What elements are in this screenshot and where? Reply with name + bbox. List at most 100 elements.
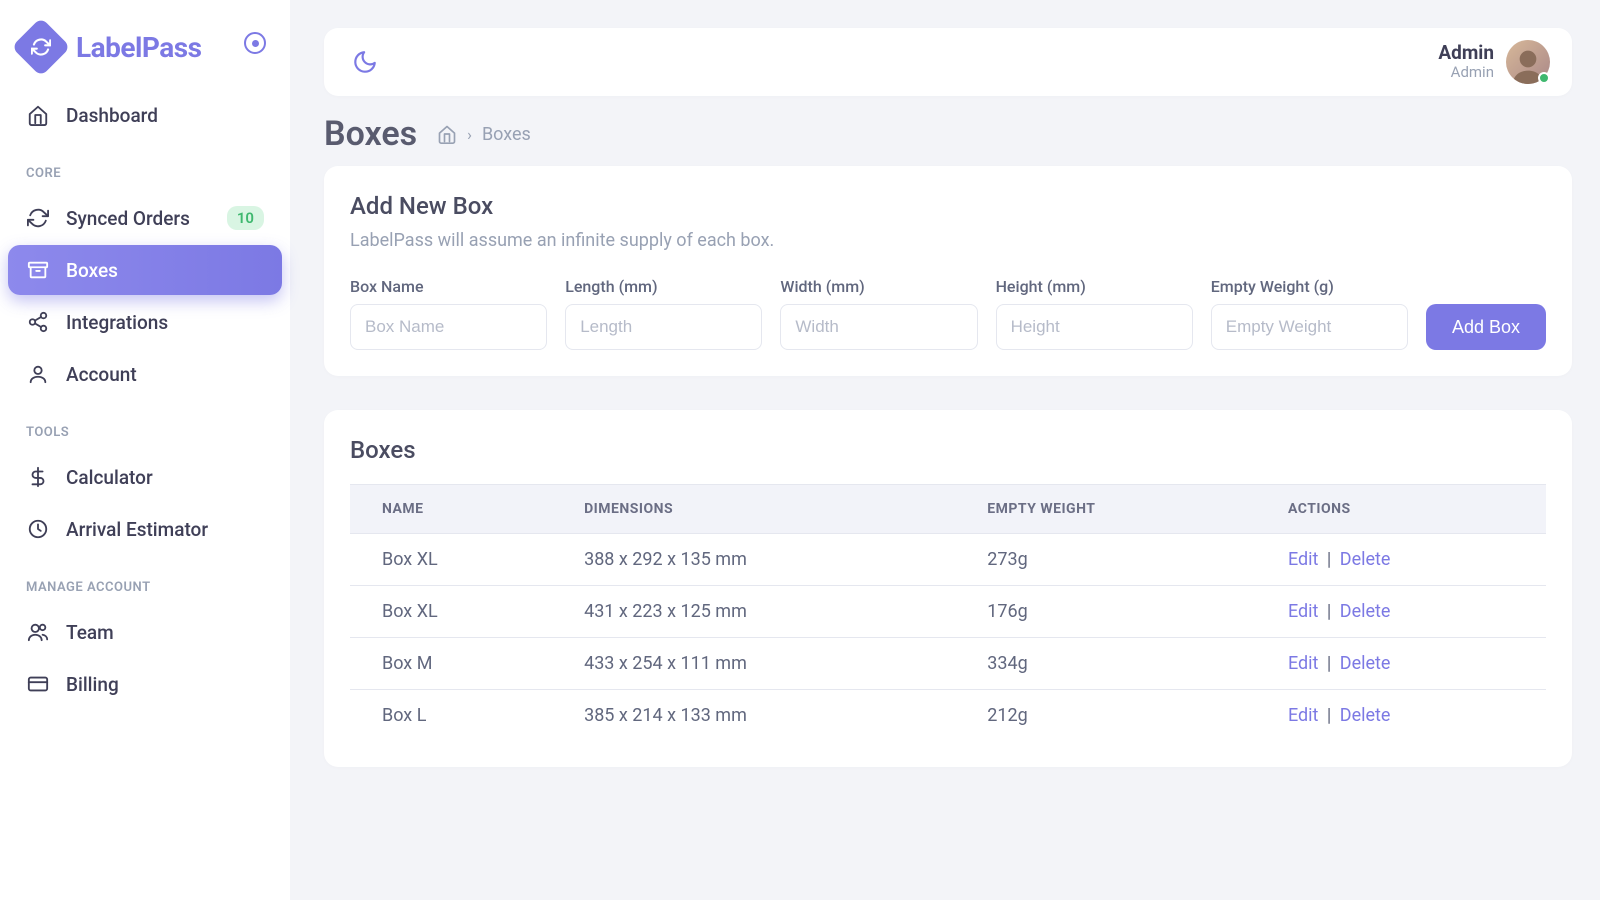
cell-actions: Edit | Delete <box>1256 638 1546 690</box>
breadcrumb-current: Boxes <box>482 124 531 145</box>
cell-actions: Edit | Delete <box>1256 534 1546 586</box>
height-label: Height (mm) <box>996 277 1193 296</box>
col-weight: EMPTY WEIGHT <box>955 485 1256 534</box>
sidebar-item-label: Billing <box>66 673 264 696</box>
delete-link[interactable]: Delete <box>1340 705 1391 726</box>
delete-link[interactable]: Delete <box>1340 653 1391 674</box>
online-status-icon <box>1538 72 1550 84</box>
sidebar-item-team[interactable]: Team <box>8 607 282 657</box>
top-bar: Admin Admin <box>324 28 1572 96</box>
width-input[interactable] <box>780 304 977 350</box>
length-input[interactable] <box>565 304 762 350</box>
collapse-sidebar-button[interactable] <box>244 32 266 54</box>
sidebar-item-label: Arrival Estimator <box>66 518 264 541</box>
height-input[interactable] <box>996 304 1193 350</box>
sidebar-item-calculator[interactable]: Calculator <box>8 452 282 502</box>
orders-count-badge: 10 <box>227 206 264 230</box>
page-title: Boxes <box>324 114 417 154</box>
action-separator: | <box>1318 705 1339 726</box>
action-separator: | <box>1318 653 1339 674</box>
breadcrumb-home-icon[interactable] <box>437 124 457 144</box>
add-box-title: Add New Box <box>350 192 1546 220</box>
brand[interactable]: LabelPass <box>8 20 282 88</box>
add-box-card: Add New Box LabelPass will assume an inf… <box>324 166 1572 376</box>
cell-dimensions: 388 x 292 x 135 mm <box>552 534 955 586</box>
edit-link[interactable]: Edit <box>1288 705 1318 726</box>
cell-name: Box L <box>350 690 552 742</box>
box-name-input[interactable] <box>350 304 547 350</box>
dollar-icon <box>26 465 50 489</box>
table-row: Box M433 x 254 x 111 mm334gEdit | Delete <box>350 638 1546 690</box>
boxes-table: NAME DIMENSIONS EMPTY WEIGHT ACTIONS Box… <box>350 484 1546 741</box>
home-icon <box>26 103 50 127</box>
sidebar-item-billing[interactable]: Billing <box>8 659 282 709</box>
col-name: NAME <box>350 485 552 534</box>
delete-link[interactable]: Delete <box>1340 601 1391 622</box>
sidebar-item-account[interactable]: Account <box>8 349 282 399</box>
edit-link[interactable]: Edit <box>1288 601 1318 622</box>
weight-input[interactable] <box>1211 304 1408 350</box>
weight-label: Empty Weight (g) <box>1211 277 1408 296</box>
cell-weight: 176g <box>955 586 1256 638</box>
cell-actions: Edit | Delete <box>1256 690 1546 742</box>
sidebar-section-core: CORE <box>8 142 282 191</box>
cell-dimensions: 385 x 214 x 133 mm <box>552 690 955 742</box>
boxes-list-card: Boxes NAME DIMENSIONS EMPTY WEIGHT ACTIO… <box>324 410 1572 767</box>
table-row: Box XL388 x 292 x 135 mm273gEdit | Delet… <box>350 534 1546 586</box>
sidebar-section-manage: MANAGE ACCOUNT <box>8 556 282 605</box>
share-icon <box>26 310 50 334</box>
dark-mode-toggle[interactable] <box>352 49 378 75</box>
add-box-button[interactable]: Add Box <box>1426 304 1546 350</box>
sidebar-item-label: Synced Orders <box>66 207 211 230</box>
breadcrumb: › Boxes <box>437 124 531 145</box>
sidebar-item-boxes[interactable]: Boxes <box>8 245 282 295</box>
archive-icon <box>26 258 50 282</box>
user-name: Admin <box>1438 43 1494 64</box>
cell-weight: 334g <box>955 638 1256 690</box>
user-menu[interactable]: Admin Admin <box>1438 40 1550 84</box>
action-separator: | <box>1318 549 1339 570</box>
user-role: Admin <box>1438 63 1494 81</box>
main-content: Admin Admin Boxes › Boxes Add New Box La… <box>290 0 1600 900</box>
cell-weight: 273g <box>955 534 1256 586</box>
brand-logo-icon <box>11 17 70 76</box>
cell-name: Box M <box>350 638 552 690</box>
cell-dimensions: 431 x 223 x 125 mm <box>552 586 955 638</box>
sidebar-item-label: Dashboard <box>66 104 264 127</box>
delete-link[interactable]: Delete <box>1340 549 1391 570</box>
users-icon <box>26 620 50 644</box>
length-label: Length (mm) <box>565 277 762 296</box>
sidebar-item-label: Team <box>66 621 264 644</box>
box-name-label: Box Name <box>350 277 547 296</box>
boxes-list-title: Boxes <box>350 436 1546 464</box>
user-icon <box>26 362 50 386</box>
brand-name: LabelPass <box>76 31 202 64</box>
credit-card-icon <box>26 672 50 696</box>
sidebar-item-label: Integrations <box>66 311 264 334</box>
table-row: Box L385 x 214 x 133 mm212gEdit | Delete <box>350 690 1546 742</box>
action-separator: | <box>1318 601 1339 622</box>
sidebar-section-tools: TOOLS <box>8 401 282 450</box>
sidebar-item-arrival-estimator[interactable]: Arrival Estimator <box>8 504 282 554</box>
cell-name: Box XL <box>350 534 552 586</box>
cell-weight: 212g <box>955 690 1256 742</box>
sidebar-item-label: Calculator <box>66 466 264 489</box>
edit-link[interactable]: Edit <box>1288 653 1318 674</box>
sidebar-item-dashboard[interactable]: Dashboard <box>8 90 282 140</box>
cell-dimensions: 433 x 254 x 111 mm <box>552 638 955 690</box>
table-row: Box XL431 x 223 x 125 mm176gEdit | Delet… <box>350 586 1546 638</box>
edit-link[interactable]: Edit <box>1288 549 1318 570</box>
width-label: Width (mm) <box>780 277 977 296</box>
sidebar-item-label: Account <box>66 363 264 386</box>
col-dimensions: DIMENSIONS <box>552 485 955 534</box>
add-box-subtitle: LabelPass will assume an infinite supply… <box>350 230 1546 251</box>
col-actions: ACTIONS <box>1256 485 1546 534</box>
refresh-icon <box>26 206 50 230</box>
clock-icon <box>26 517 50 541</box>
cell-actions: Edit | Delete <box>1256 586 1546 638</box>
sidebar-item-integrations[interactable]: Integrations <box>8 297 282 347</box>
sidebar-item-synced-orders[interactable]: Synced Orders 10 <box>8 193 282 243</box>
sidebar: LabelPass Dashboard CORE Synced Orders 1… <box>0 0 290 900</box>
chevron-right-icon: › <box>467 125 472 144</box>
cell-name: Box XL <box>350 586 552 638</box>
